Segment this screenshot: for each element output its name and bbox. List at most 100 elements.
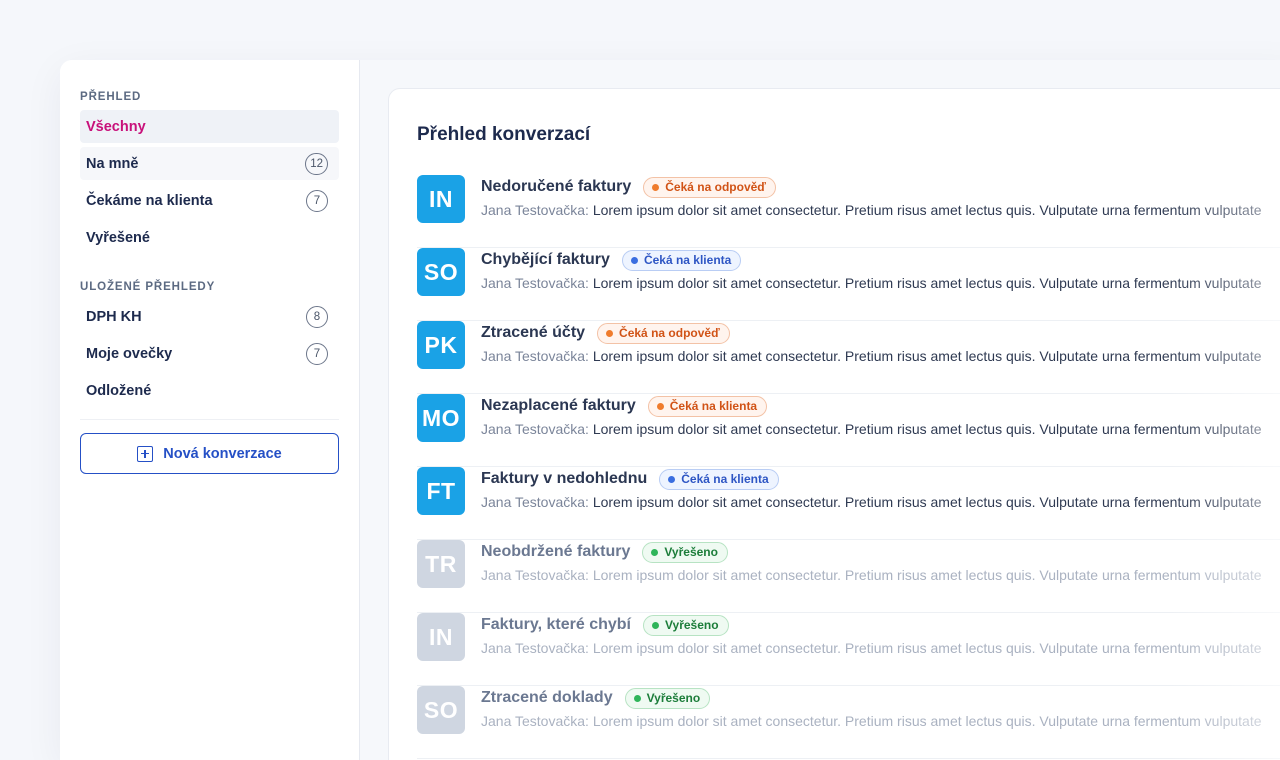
preview-text: Lorem ipsum dolor sit amet consectetur. … bbox=[592, 202, 1262, 218]
conversation-title: Chybějící faktury bbox=[481, 251, 610, 268]
status-label: Vyřešeno bbox=[664, 618, 719, 632]
status-label: Čeká na klienta bbox=[681, 472, 769, 486]
status-badge: Vyřešeno bbox=[642, 541, 728, 563]
conversation-body: Faktury v nedohlednu Čeká na klienta Jan… bbox=[481, 467, 1280, 510]
status-label: Čeká na odpověď bbox=[665, 180, 766, 194]
preview-text: Lorem ipsum dolor sit amet consectetur. … bbox=[592, 567, 1262, 583]
conversation-list: IN Nedoručené faktury Čeká na odpověď Ja… bbox=[417, 175, 1280, 759]
preview-text: Lorem ipsum dolor sit amet consectetur. … bbox=[592, 348, 1262, 364]
status-label: Vyřešeno bbox=[664, 545, 718, 559]
conversation-row[interactable]: IN Faktury, které chybí Vyřešeno Jana Te… bbox=[417, 613, 1280, 686]
sidebar-item-moje-ovecky[interactable]: Moje ovečky 7 bbox=[80, 337, 339, 370]
conversation-header: Ztracené účty Čeká na odpověď bbox=[481, 321, 1280, 345]
conversation-title: Ztracené doklady bbox=[481, 689, 613, 706]
avatar: TR bbox=[417, 540, 465, 588]
conversation-body: Nedoručené faktury Čeká na odpověď Jana … bbox=[481, 175, 1280, 218]
preview-text: Lorem ipsum dolor sit amet consectetur. … bbox=[592, 713, 1262, 729]
preview-author: Jana Testovačka: bbox=[481, 421, 589, 437]
conversation-preview: Jana Testovačka: Lorem ipsum dolor sit a… bbox=[481, 567, 1280, 583]
conversation-row[interactable]: SO Chybějící faktury Čeká na klienta Jan… bbox=[417, 248, 1280, 321]
sidebar-item-label: Odložené bbox=[86, 382, 152, 399]
sidebar-item-all[interactable]: Všechny bbox=[80, 110, 339, 143]
preview-text: Lorem ipsum dolor sit amet consectetur. … bbox=[592, 640, 1262, 656]
avatar: IN bbox=[417, 613, 465, 661]
avatar: SO bbox=[417, 248, 465, 296]
status-dot-icon bbox=[656, 402, 664, 410]
status-badge: Čeká na odpověď bbox=[597, 322, 730, 344]
status-badge: Čeká na klienta bbox=[659, 468, 779, 490]
sidebar-item-on-me[interactable]: Na mně 12 bbox=[80, 147, 339, 180]
conversation-body: Neobdržené faktury Vyřešeno Jana Testova… bbox=[481, 540, 1280, 583]
count-badge: 12 bbox=[305, 152, 328, 175]
count-badge: 8 bbox=[306, 305, 328, 328]
avatar: FT bbox=[417, 467, 465, 515]
sidebar-item-label: Čekáme na klienta bbox=[86, 192, 213, 209]
status-badge: Čeká na klienta bbox=[621, 249, 742, 271]
main-area: Přehled konverzací IN Nedoručené faktury… bbox=[360, 60, 1280, 760]
conversation-row[interactable]: PK Ztracené účty Čeká na odpověď Jana Te… bbox=[417, 321, 1280, 394]
conversation-row[interactable]: IN Nedoručené faktury Čeká na odpověď Ja… bbox=[417, 175, 1280, 248]
conversation-body: Nezaplacené faktury Čeká na klienta Jana… bbox=[481, 394, 1280, 437]
conversation-preview: Jana Testovačka: Lorem ipsum dolor sit a… bbox=[481, 348, 1280, 364]
sidebar-item-label: Na mně bbox=[86, 155, 139, 172]
preview-author: Jana Testovačka: bbox=[481, 202, 589, 218]
conversation-header: Faktury v nedohlednu Čeká na klienta bbox=[481, 467, 1280, 491]
new-conversation-label: Nová konverzace bbox=[163, 445, 282, 462]
avatar: PK bbox=[417, 321, 465, 369]
status-dot-icon bbox=[668, 475, 676, 483]
status-dot-icon bbox=[651, 621, 659, 629]
conversation-body: Ztracené doklady Vyřešeno Jana Testovačk… bbox=[481, 686, 1280, 729]
sidebar-item-label: Všechny bbox=[86, 118, 146, 135]
preview-author: Jana Testovačka: bbox=[481, 640, 589, 656]
conversation-body: Faktury, které chybí Vyřešeno Jana Testo… bbox=[481, 613, 1280, 656]
sidebar-item-resolved[interactable]: Vyřešené bbox=[80, 221, 339, 254]
app-window: PŘEHLED Všechny Na mně 12 Čekáme na klie… bbox=[60, 60, 1280, 760]
status-dot-icon bbox=[633, 694, 641, 702]
sidebar: PŘEHLED Všechny Na mně 12 Čekáme na klie… bbox=[60, 60, 360, 760]
conversation-header: Nezaplacené faktury Čeká na klienta bbox=[481, 394, 1280, 418]
status-dot-icon bbox=[651, 548, 659, 556]
status-badge: Čeká na odpověď bbox=[643, 176, 776, 198]
new-conversation-button[interactable]: Nová konverzace bbox=[80, 433, 339, 474]
conversation-header: Nedoručené faktury Čeká na odpověď bbox=[481, 175, 1280, 199]
conversation-preview: Jana Testovačka: Lorem ipsum dolor sit a… bbox=[481, 713, 1280, 729]
preview-author: Jana Testovačka: bbox=[481, 713, 589, 729]
status-badge: Vyřešeno bbox=[642, 614, 729, 636]
status-label: Čeká na odpověď bbox=[619, 326, 720, 340]
conversation-title: Ztracené účty bbox=[481, 324, 586, 341]
count-badge: 7 bbox=[306, 189, 328, 212]
preview-text: Lorem ipsum dolor sit amet consectetur. … bbox=[592, 421, 1262, 437]
conversation-preview: Jana Testovačka: Lorem ipsum dolor sit a… bbox=[481, 421, 1280, 437]
conversation-row[interactable]: MO Nezaplacené faktury Čeká na klienta J… bbox=[417, 394, 1280, 467]
conversation-header: Ztracené doklady Vyřešeno bbox=[481, 686, 1280, 710]
status-label: Vyřešeno bbox=[646, 691, 701, 705]
status-badge: Vyřešeno bbox=[624, 687, 711, 709]
conversation-header: Chybějící faktury Čeká na klienta bbox=[481, 248, 1280, 272]
sidebar-item-label: Vyřešené bbox=[86, 229, 150, 246]
preview-text: Lorem ipsum dolor sit amet consectetur. … bbox=[592, 275, 1262, 291]
preview-author: Jana Testovačka: bbox=[481, 494, 589, 510]
overview-section-title: PŘEHLED bbox=[80, 91, 142, 103]
status-badge: Čeká na klienta bbox=[647, 395, 768, 417]
sidebar-item-label: DPH KH bbox=[86, 308, 142, 325]
status-dot-icon bbox=[630, 256, 638, 264]
status-label: Čeká na klienta bbox=[669, 399, 758, 413]
conversation-row[interactable]: FT Faktury v nedohlednu Čeká na klienta … bbox=[417, 467, 1280, 540]
sidebar-item-odlozene[interactable]: Odložené bbox=[80, 374, 339, 407]
avatar: MO bbox=[417, 394, 465, 442]
conversation-preview: Jana Testovačka: Lorem ipsum dolor sit a… bbox=[481, 640, 1280, 656]
conversation-title: Nezaplacené faktury bbox=[481, 397, 636, 414]
avatar: IN bbox=[417, 175, 465, 223]
conversation-title: Neobdržené faktury bbox=[481, 543, 631, 560]
status-dot-icon bbox=[606, 329, 614, 337]
count-badge: 7 bbox=[306, 342, 328, 365]
status-label: Čeká na klienta bbox=[643, 253, 732, 267]
conversation-row[interactable]: TR Neobdržené faktury Vyřešeno Jana Test… bbox=[417, 540, 1280, 613]
sidebar-item-waiting-client[interactable]: Čekáme na klienta 7 bbox=[80, 184, 339, 217]
page-title: Přehled konverzací bbox=[417, 124, 591, 145]
sidebar-item-dph-kh[interactable]: DPH KH 8 bbox=[80, 300, 339, 333]
conversation-title: Faktury, které chybí bbox=[481, 616, 631, 633]
plus-square-icon bbox=[137, 445, 154, 462]
conversation-row[interactable]: SO Ztracené doklady Vyřešeno Jana Testov… bbox=[417, 686, 1280, 759]
conversation-preview: Jana Testovačka: Lorem ipsum dolor sit a… bbox=[481, 202, 1280, 218]
